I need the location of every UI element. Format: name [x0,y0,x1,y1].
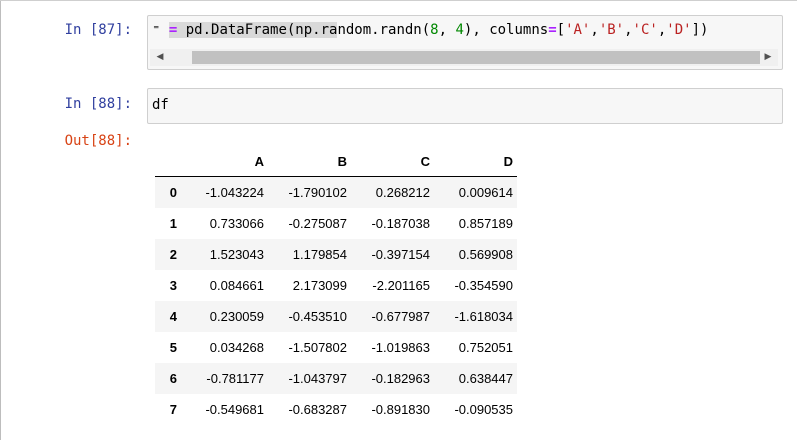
table-cell: 0.009614 [458,185,513,200]
table-row: 0 -1.043224 -1.790102 0.268212 0.009614 [155,176,517,208]
table-cell: 1.179854 [292,247,347,262]
table-cell: -1.507802 [288,340,347,355]
table-header-row: A B C D [155,146,517,177]
table-row: 6 -0.781177 -1.043797 -0.182963 0.638447 [155,363,517,394]
table-cell: -0.090535 [454,402,513,417]
table-cell: -1.043797 [288,371,347,386]
code-token: , [438,22,456,38]
table-cell: 0.638447 [458,371,513,386]
table-cell: -0.781177 [206,371,264,386]
code-token: , [590,22,599,38]
column-header: C [351,146,434,177]
column-header: A [185,146,268,177]
row-index: 0 [169,185,177,200]
table-cell: 0.857189 [458,216,513,231]
dataframe-table: A B C D 0 -1.043224 -1.790102 0.268212 0… [155,146,517,425]
row-index: 5 [169,340,177,355]
table-row: 4 0.230059 -0.453510 -0.677987 -1.618034 [155,301,517,332]
scrollbar-thumb[interactable] [192,51,760,64]
table-cell: -1.790102 [288,185,347,200]
code-token: 4 [455,22,464,38]
table-row: 5 0.034268 -1.507802 -1.019863 0.752051 [155,332,517,363]
table-cell: 0.230059 [209,309,264,324]
input-prompt-87: In [87]: [64,22,132,38]
column-header: B [268,146,351,177]
code-token: 'B' [598,22,625,38]
code-cell-88[interactable]: df [147,88,783,124]
table-row: 2 1.523043 1.179854 -0.397154 0.569908 [155,239,517,270]
index-header [155,146,185,177]
table-cell: 0.733066 [209,216,264,231]
table-cell: 0.268212 [375,185,430,200]
table-cell: -0.549681 [205,402,264,417]
table-cell: 0.034268 [209,340,264,355]
table-cell: -0.187038 [371,216,430,231]
input-prompt-88: In [88]: [64,96,132,112]
table-row: 7 -0.549681 -0.683287 -0.891830 -0.09053… [155,394,517,425]
code-line[interactable]: ⁼ = pd.DataFrame(np.random.randn(8, 4), … [152,22,708,38]
row-index: 6 [169,371,177,386]
code-token: [ [556,22,566,38]
code-token: 'A' [565,22,591,38]
table-cell: -1.019863 [371,340,430,355]
scroll-right-icon[interactable]: ▶ [760,49,776,66]
table-row: 3 0.084661 2.173099 -2.201165 -0.354590 [155,270,517,301]
code-line[interactable]: df [152,97,169,113]
code-token: ndom.randn( [337,22,431,38]
notebook-left-border [0,0,1,440]
table-cell: -0.354590 [454,278,513,293]
row-index: 7 [169,402,177,417]
code-token: 'D' [666,22,692,38]
table-cell: 0.752051 [458,340,513,355]
column-header: D [434,146,517,177]
table-row: 1 0.733066 -0.275087 -0.187038 0.857189 [155,208,517,239]
table-cell: 1.523043 [209,247,264,262]
code-token: ⁼ [152,22,169,38]
table-cell: -1.043224 [205,185,264,200]
code-token: ]) [691,22,709,38]
table-cell: -0.891830 [371,402,430,417]
row-index: 1 [169,216,177,231]
table-cell: -0.683287 [288,402,347,417]
table-cell: -0.397154 [371,247,430,262]
scroll-left-icon[interactable]: ◀ [152,49,168,66]
code-token: , [624,22,633,38]
code-token: pd.DataFrame(np.ra [177,22,338,38]
output-prompt-88: Out[88]: [64,133,132,149]
code-token: ), columns [463,22,549,38]
row-index: 2 [169,247,177,262]
code-cell-87[interactable]: ⁼ = pd.DataFrame(np.random.randn(8, 4), … [147,15,783,70]
table-cell: -0.453510 [288,309,347,324]
table-cell: -2.201165 [372,278,430,293]
row-index: 3 [169,278,177,293]
notebook-top-border [0,0,797,1]
table-cell: 0.084661 [209,278,264,293]
code-token: 8 [430,22,439,38]
table-cell: -0.182963 [371,371,430,386]
table-cell: 2.173099 [292,278,347,293]
table-cell: -0.677987 [371,309,430,324]
table-cell: 0.569908 [458,247,513,262]
table-cell: -0.275087 [288,216,347,231]
row-index: 4 [169,309,177,324]
code-token: 'C' [632,22,658,38]
horizontal-scrollbar[interactable]: ◀ ▶ [150,49,778,66]
code-token: = [548,22,557,38]
table-cell: -1.618034 [454,309,513,324]
